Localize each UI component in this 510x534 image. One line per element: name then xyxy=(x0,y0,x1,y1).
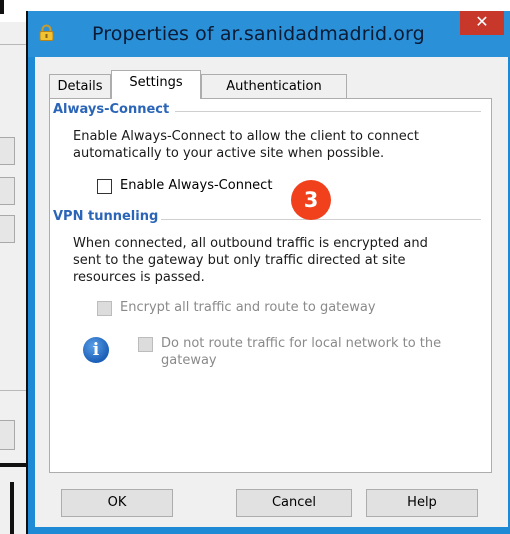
lock-icon xyxy=(39,24,54,41)
background-button-3[interactable] xyxy=(0,215,15,243)
local-route-checkbox[interactable] xyxy=(138,337,153,352)
close-icon: ✕ xyxy=(475,12,489,31)
tab-details[interactable]: Details xyxy=(49,74,111,98)
encrypt-all-checkbox[interactable] xyxy=(97,301,112,316)
always-connect-checkbox[interactable] xyxy=(97,179,112,194)
dialog-client-area: Details Settings Authentication Always-C… xyxy=(35,57,508,527)
group-divider xyxy=(161,219,481,220)
background-divider xyxy=(0,44,26,45)
settings-panel: Always-Connect Enable Always-Connect to … xyxy=(49,98,492,473)
background-divider xyxy=(0,390,26,391)
encrypt-all-checkbox-row[interactable]: Encrypt all traffic and route to gateway xyxy=(97,299,376,316)
local-route-label[interactable]: Do not route traffic for local network t… xyxy=(161,335,441,369)
cancel-button[interactable]: Cancel xyxy=(236,489,352,517)
properties-dialog: Properties of ar.sanidadmadrid.org ✕ Det… xyxy=(26,11,510,534)
help-button[interactable]: Help xyxy=(366,489,478,517)
dialog-title: Properties of ar.sanidadmadrid.org xyxy=(92,23,425,45)
tab-settings[interactable]: Settings xyxy=(111,70,201,99)
background-button-1[interactable] xyxy=(0,137,15,165)
background-window-border xyxy=(0,463,26,467)
local-route-checkbox-row[interactable]: Do not route traffic for local network t… xyxy=(138,335,441,369)
title-bar[interactable]: Properties of ar.sanidadmadrid.org ✕ xyxy=(28,11,510,57)
background-window-border xyxy=(0,0,4,14)
step-badge: 3 xyxy=(291,180,331,220)
always-connect-description: Enable Always-Connect to allow the clien… xyxy=(73,129,419,161)
group-divider xyxy=(175,111,481,112)
background-button-4[interactable] xyxy=(0,420,15,450)
always-connect-checkbox-row[interactable]: Enable Always-Connect xyxy=(97,177,272,194)
tab-authentication[interactable]: Authentication xyxy=(201,74,347,98)
close-button[interactable]: ✕ xyxy=(460,11,504,35)
always-connect-heading: Always-Connect xyxy=(53,102,170,117)
always-connect-label[interactable]: Enable Always-Connect xyxy=(120,177,272,194)
ok-button[interactable]: OK xyxy=(61,489,173,517)
encrypt-all-label[interactable]: Encrypt all traffic and route to gateway xyxy=(120,299,376,316)
background-window-border xyxy=(10,482,14,534)
vpn-tunneling-heading: VPN tunneling xyxy=(53,209,159,224)
vpn-tunneling-description: When connected, all outbound traffic is … xyxy=(73,236,428,285)
background-button-2[interactable] xyxy=(0,177,15,205)
info-icon: i xyxy=(83,337,109,363)
background-window xyxy=(0,0,26,534)
